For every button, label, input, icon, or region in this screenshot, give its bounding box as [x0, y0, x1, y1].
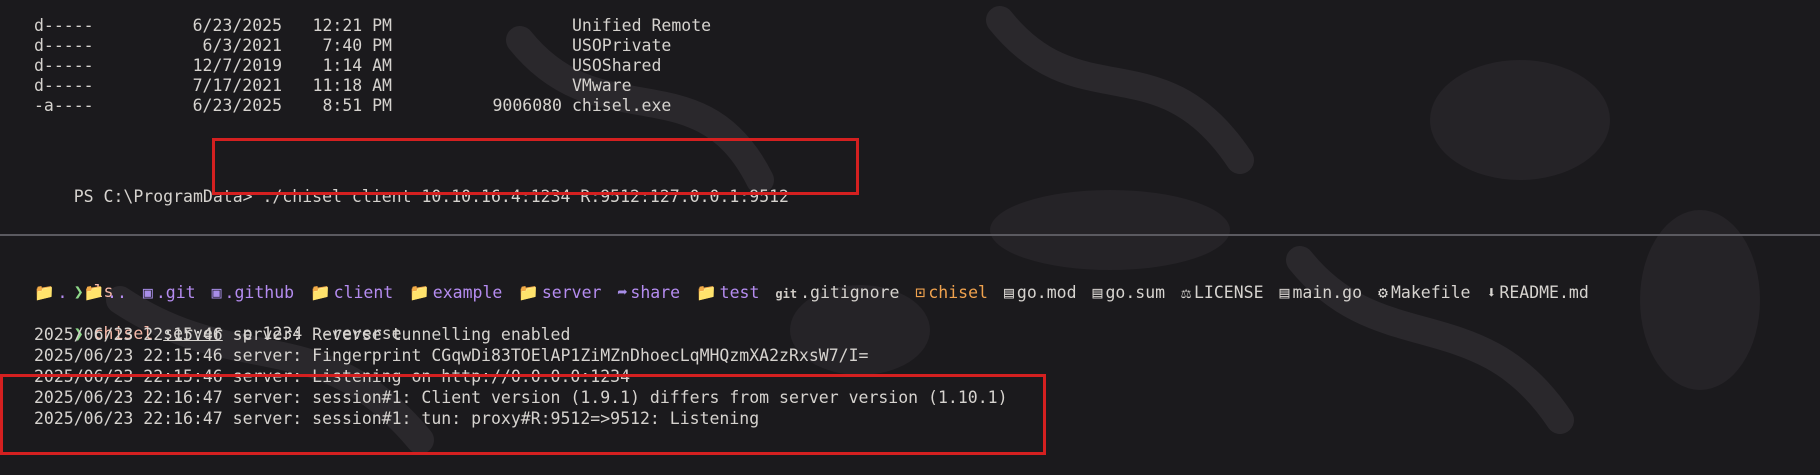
entry-name: Unified Remote — [572, 16, 712, 35]
server-command-line: ❯ chisel server -p 1234 --reverse — [34, 304, 402, 343]
log-line: 2025/06/23 22:15:46 server: Fingerprint … — [34, 346, 869, 365]
git-icon: git — [775, 287, 798, 301]
directory-listing-row: d----- 6/23/2025 12:21 PM Unified Remote — [34, 16, 711, 36]
log-line: 2025/06/23 22:15:46 server: Reverse tunn… — [34, 325, 571, 344]
git-folder-icon: ▣ — [142, 283, 153, 302]
ls-entry-name: test — [719, 283, 760, 302]
ls-entry: ▣ .github — [212, 283, 294, 303]
entry-date: 6/3/2021 — [202, 36, 282, 55]
ls-entry-name: chisel — [928, 283, 988, 302]
ls-entry: ▤ go.mod — [1004, 283, 1077, 303]
go-file-icon: ▤ — [1003, 283, 1014, 302]
ls-entry: ➦ share — [617, 283, 680, 303]
entry-name: USOPrivate — [572, 36, 672, 55]
ls-command-line: ❯ ls — [34, 262, 114, 301]
ls-entry-name: go.mod — [1016, 283, 1077, 302]
ls-output: 📁. 📁.. ▣ .git ▣ .github 📁 client 📁 example 📁 server… — [34, 283, 1605, 303]
ls-entry-name: .github — [224, 283, 295, 302]
entry-mode: d----- — [34, 76, 94, 95]
entry-time: 7:40 PM — [322, 36, 392, 55]
entry-name: VMware — [572, 76, 632, 95]
go-file-icon: ▤ — [1279, 283, 1290, 302]
ls-entry: ⚖ LICENSE — [1181, 283, 1263, 303]
entry-mode: d----- — [34, 36, 94, 55]
entry-date: 6/23/2025 — [192, 96, 282, 115]
ls-entry-name: share — [630, 283, 681, 302]
ls-entry: ▣ .git — [143, 283, 196, 303]
powershell-pane[interactable]: d----- 6/23/2025 12:21 PM Unified Remote d--… — [0, 0, 1820, 234]
directory-listing-row: d----- 7/17/2021 11:18 AM VMware — [34, 76, 632, 96]
folder-icon: 📁 — [34, 283, 55, 302]
folder-icon: 📁 — [83, 283, 105, 302]
ls-entry-name: main.go — [1292, 283, 1363, 302]
folder-icon: 📁 — [310, 283, 331, 302]
folder-icon: 📁 — [696, 283, 717, 302]
ls-entry: ⊡ chisel — [915, 283, 988, 303]
entry-length: 9006080 — [492, 96, 562, 115]
ls-entry: ⚙ Makefile — [1378, 283, 1470, 303]
markdown-icon: ⬇ — [1486, 283, 1497, 302]
ls-entry: 📁 client — [310, 283, 393, 303]
ls-entry-name: go.sum — [1105, 283, 1166, 302]
highlight-box-session-log — [0, 374, 1046, 455]
license-icon: ⚖ — [1181, 283, 1191, 302]
entry-date: 6/23/2025 — [192, 16, 282, 35]
ls-entry: ⬇ README.md — [1486, 283, 1588, 303]
ls-entry: git .gitignore — [775, 283, 899, 304]
ls-entry-name: .git — [155, 283, 196, 302]
ls-entry-name: Makefile — [1390, 283, 1471, 302]
gear-icon: ⚙ — [1378, 283, 1388, 302]
ls-entry-name: README.md — [1499, 283, 1589, 302]
ls-entry: ▤ main.go — [1280, 283, 1362, 303]
ls-entry: 📁 server — [518, 283, 601, 303]
ls-entry-name: . — [57, 283, 68, 302]
entry-time: 11:18 AM — [312, 76, 392, 95]
entry-time: 1:14 AM — [322, 56, 392, 75]
go-file-icon: ▤ — [1092, 283, 1103, 302]
entry-date: 7/17/2021 — [192, 76, 282, 95]
ls-entry: 📁. — [34, 283, 67, 303]
entry-mode: d----- — [34, 16, 94, 35]
ls-entry-name: .. — [107, 283, 127, 302]
folder-icon: 📁 — [518, 283, 539, 302]
executable-icon: ⊡ — [915, 283, 926, 302]
ls-entry: 📁.. — [83, 283, 126, 303]
entry-mode: d----- — [34, 56, 94, 75]
entry-name: chisel.exe — [572, 96, 672, 115]
directory-listing-row: -a---- 6/23/2025 8:51 PM 9006080 chisel.exe — [34, 96, 671, 116]
entry-date: 12/7/2019 — [192, 56, 282, 75]
highlight-box-client-command — [212, 138, 859, 195]
entry-mode: -a---- — [34, 96, 94, 115]
ls-entry-name: example — [432, 283, 503, 302]
folder-icon: 📁 — [409, 283, 430, 302]
ls-entry: ▤ go.sum — [1093, 283, 1166, 303]
entry-name: USOShared — [572, 56, 662, 75]
directory-listing-row: d----- 6/3/2021 7:40 PM USOPrivate — [34, 36, 671, 56]
github-folder-icon: ▣ — [211, 283, 222, 302]
ls-entry-name: .gitignore — [800, 283, 900, 302]
share-icon: ➦ — [617, 283, 628, 302]
ls-entry-name: server — [541, 283, 602, 302]
directory-listing-row: d----- 12/7/2019 1:14 AM USOShared — [34, 56, 661, 76]
ls-entry: 📁 test — [696, 283, 759, 303]
ls-entry: 📁 example — [409, 283, 502, 303]
ls-entry-name: client — [333, 283, 394, 302]
ls-entry-name: LICENSE — [1194, 283, 1264, 302]
entry-time: 12:21 PM — [312, 16, 392, 35]
entry-time: 8:51 PM — [322, 96, 392, 115]
